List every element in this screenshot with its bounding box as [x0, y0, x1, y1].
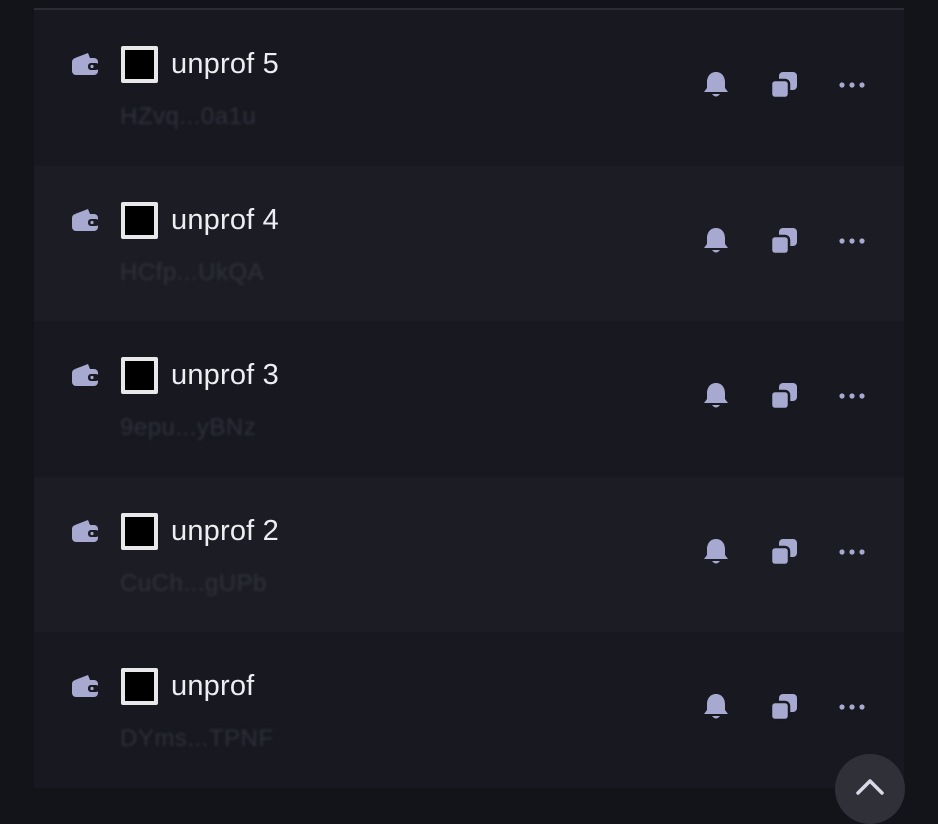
scroll-top-button[interactable]: [835, 754, 905, 824]
copy-icon[interactable]: [767, 535, 801, 569]
more-icon[interactable]: [835, 68, 869, 102]
wallet-row[interactable]: unprof 2 CuCh...gUPb: [34, 476, 904, 633]
wallet-list: unprof 5 HZvq...0a1u unprof 4 HCfp...UkQ…: [34, 8, 904, 788]
bell-icon[interactable]: [699, 224, 733, 258]
more-icon[interactable]: [835, 379, 869, 413]
copy-icon[interactable]: [767, 68, 801, 102]
avatar: [121, 668, 158, 706]
copy-icon[interactable]: [767, 224, 801, 258]
copy-icon[interactable]: [767, 379, 801, 413]
wallet-row[interactable]: unprof 4 HCfp...UkQA: [34, 165, 904, 322]
bell-icon[interactable]: [699, 379, 733, 413]
wallet-name: unprof: [171, 670, 255, 703]
wallet-address[interactable]: 9epu...yBNz: [120, 413, 256, 443]
chevron-up-icon: [856, 779, 884, 795]
more-icon[interactable]: [835, 224, 869, 258]
wallet-address[interactable]: CuCh...gUPb: [120, 569, 267, 599]
wallet-name: unprof 3: [171, 359, 280, 392]
avatar: [121, 201, 158, 239]
wallet-row[interactable]: unprof 3 9epu...yBNz: [34, 321, 904, 477]
wallet-icon: [72, 208, 99, 231]
wallet-row[interactable]: unprof 5 HZvq...0a1u: [34, 10, 904, 166]
wallet-icon: [72, 519, 99, 542]
avatar: [121, 46, 158, 83]
wallet-name: unprof 5: [171, 48, 280, 80]
bell-icon[interactable]: [699, 690, 733, 724]
wallet-address[interactable]: HCfp...UkQA: [120, 258, 264, 288]
wallet-name: unprof 4: [171, 203, 280, 236]
wallet-row[interactable]: unprof DYms...TPNF: [34, 632, 904, 788]
bell-icon[interactable]: [699, 68, 733, 102]
wallet-icon: [72, 53, 99, 75]
avatar: [121, 357, 158, 395]
wallet-address[interactable]: HZvq...0a1u: [120, 102, 256, 132]
wallet-name: unprof 2: [171, 514, 280, 547]
wallet-icon: [72, 364, 99, 387]
bell-icon[interactable]: [699, 535, 733, 569]
copy-icon[interactable]: [767, 690, 801, 724]
more-icon[interactable]: [835, 535, 869, 569]
more-icon[interactable]: [835, 690, 869, 724]
wallet-icon: [72, 675, 99, 698]
wallet-address[interactable]: DYms...TPNF: [120, 724, 274, 754]
avatar: [121, 512, 158, 550]
